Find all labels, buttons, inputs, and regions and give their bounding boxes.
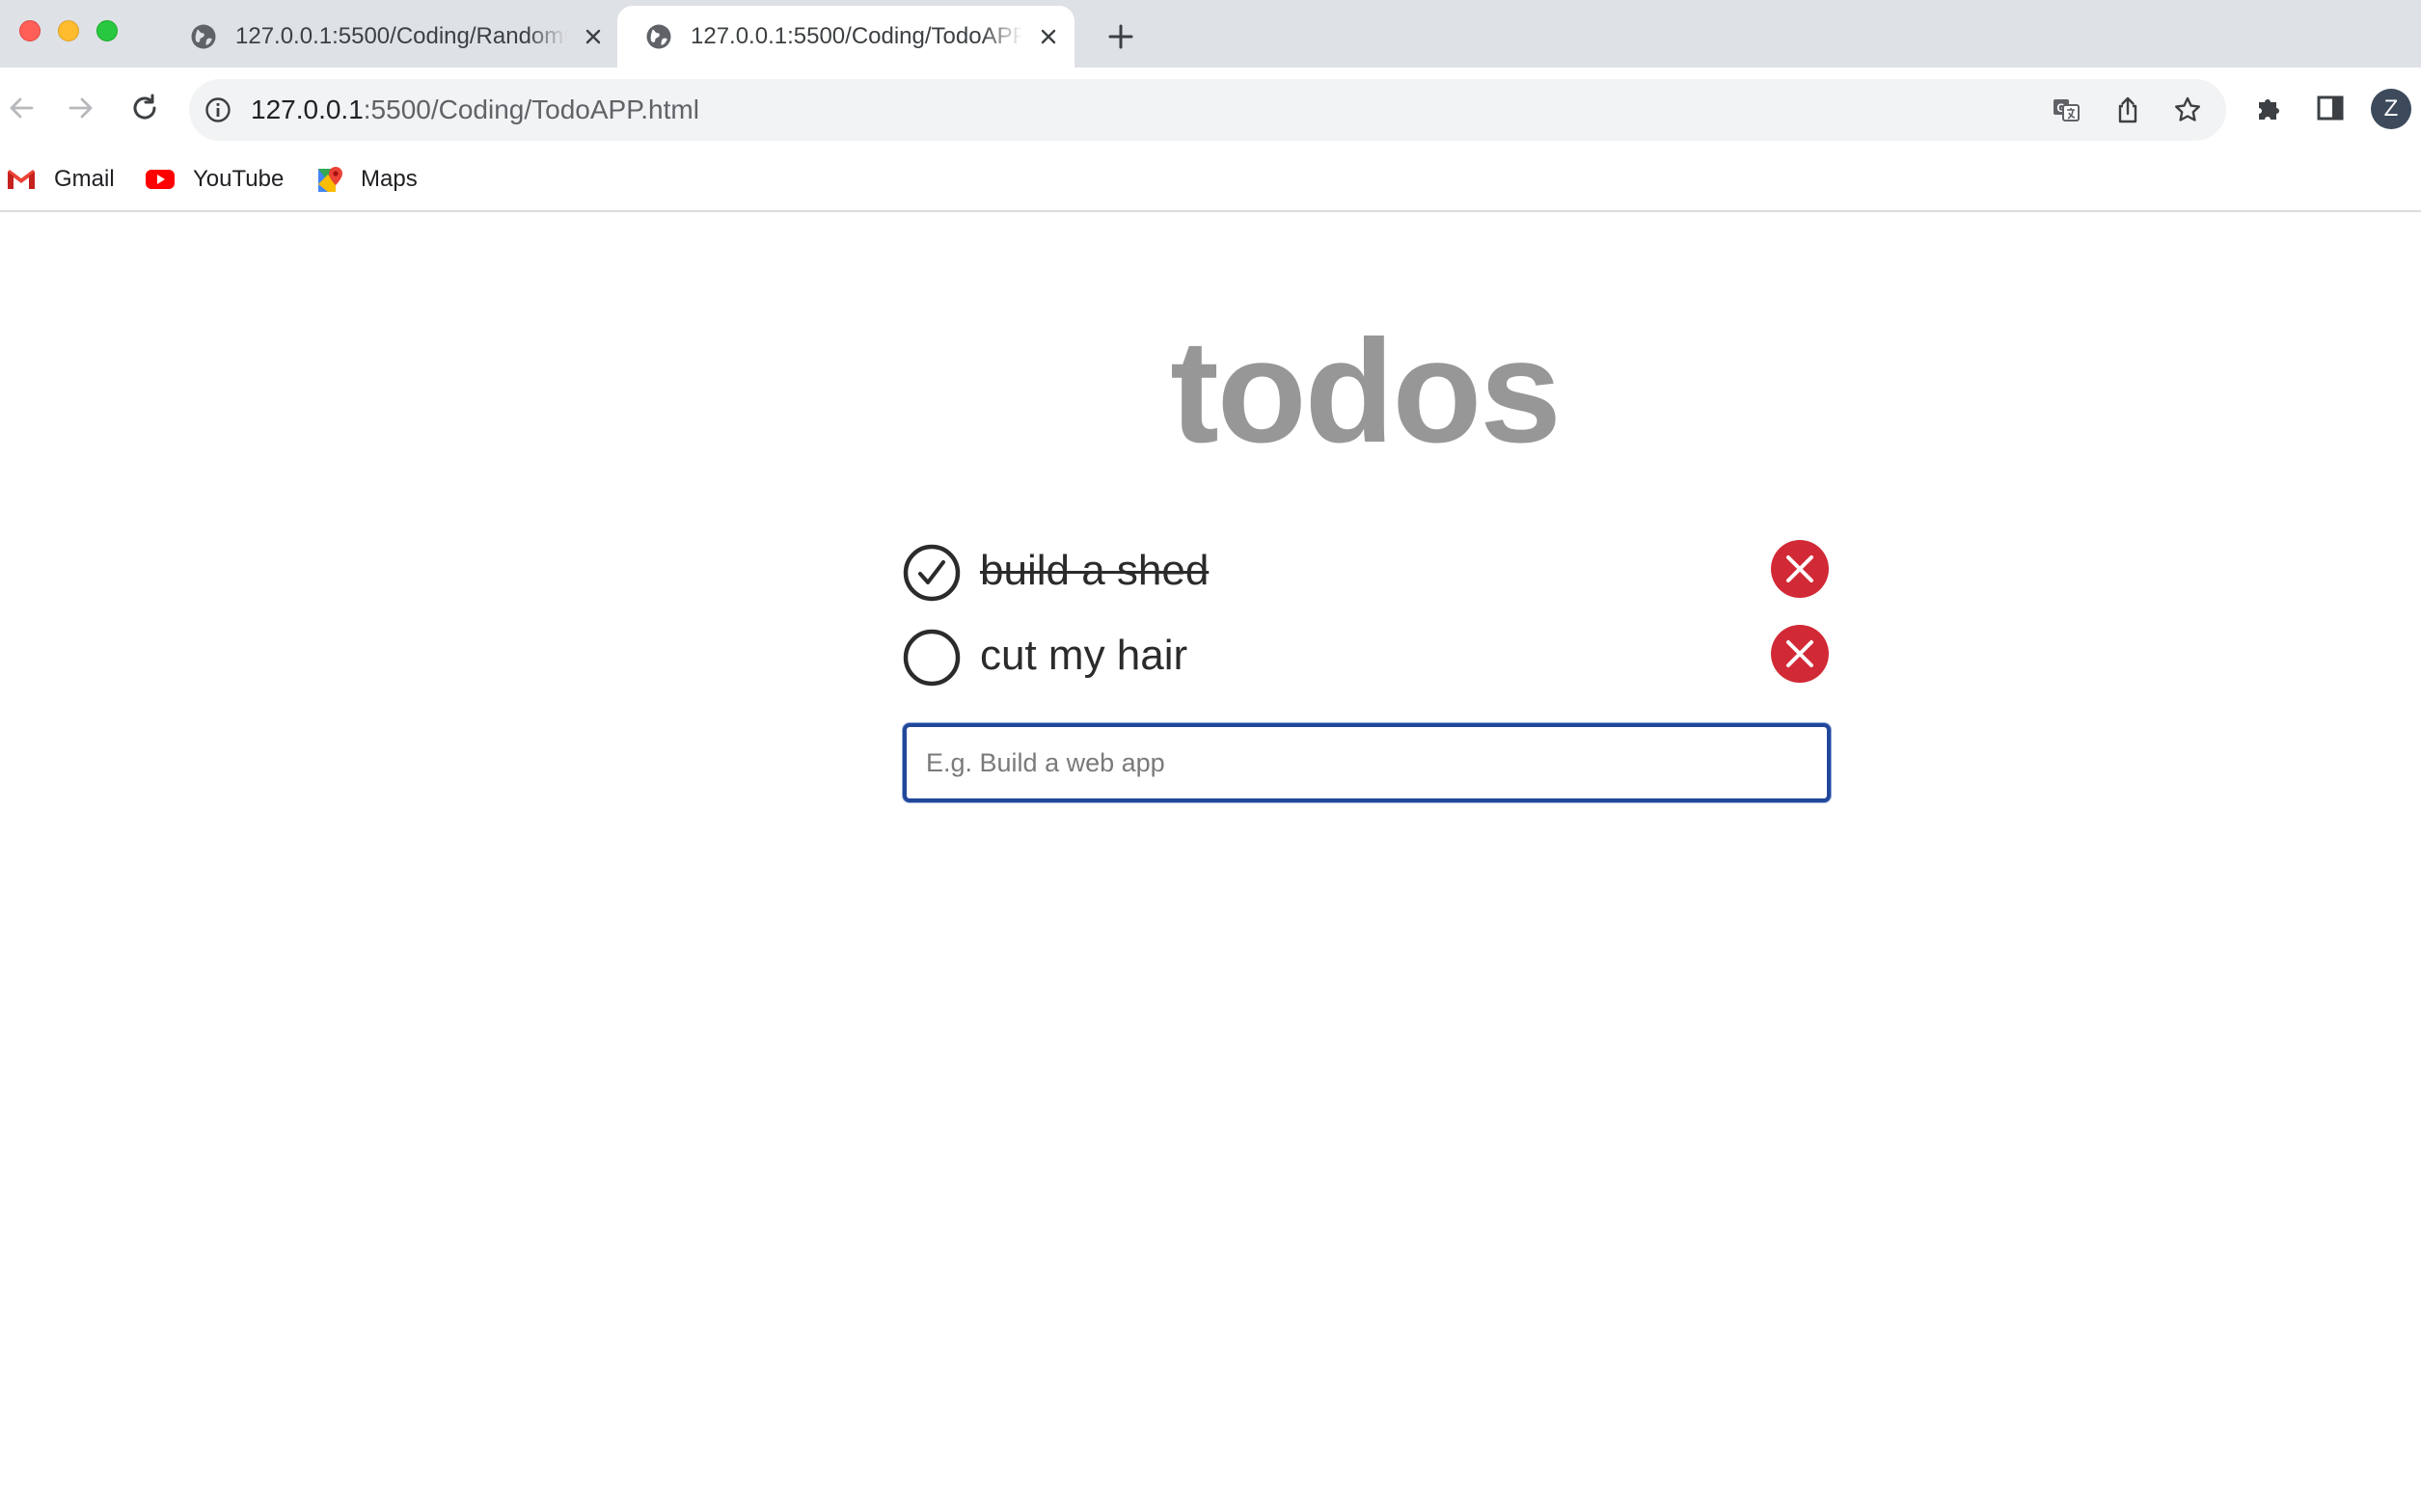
gmail-icon <box>8 170 35 189</box>
browser-tab-strip: 127.0.0.1:5500/Coding/RandomColor.html 1… <box>0 0 2421 68</box>
translate-icon: G <box>2054 99 2080 122</box>
globe-icon <box>191 24 216 49</box>
window-maximize-button[interactable] <box>96 20 118 41</box>
tab-title: 127.0.0.1:5500/Coding/TodoAPP.html <box>691 23 1022 49</box>
info-icon[interactable] <box>204 96 231 123</box>
delete-x-icon[interactable] <box>1771 540 1829 598</box>
todo-list: build a shed cut my hair <box>903 530 1829 700</box>
share-icon <box>2118 96 2137 123</box>
puzzle-icon <box>2259 99 2279 120</box>
translate-button[interactable]: G <box>2051 94 2081 125</box>
bookmark-maps[interactable]: Maps <box>316 160 418 199</box>
new-todo-input[interactable] <box>903 723 1831 802</box>
bookmarks-bar: Gmail YouTube Maps <box>0 148 2421 212</box>
checked-circle-icon[interactable] <box>903 544 961 602</box>
app-title: todos <box>1170 310 1562 473</box>
new-tab-button[interactable] <box>1103 19 1138 54</box>
tab-close-icon[interactable] <box>1036 24 1061 49</box>
todo-text[interactable]: cut my hair <box>980 623 1187 688</box>
browser-toolbar: 127.0.0.1:5500/Coding/TodoAPP.html G Z <box>0 68 2421 148</box>
star-icon <box>2175 96 2200 122</box>
bookmark-star-button[interactable] <box>2172 94 2203 125</box>
side-panel-icon <box>2317 95 2344 121</box>
bookmark-gmail[interactable]: Gmail <box>6 160 115 199</box>
url-host: 127.0.0.1 <box>251 94 364 124</box>
reload-button[interactable] <box>123 87 166 129</box>
bookmark-label: Gmail <box>54 166 115 192</box>
address-url[interactable]: 127.0.0.1:5500/Coding/TodoAPP.html <box>251 79 699 141</box>
side-panel-button[interactable] <box>2309 87 2352 129</box>
extensions-button[interactable] <box>2247 87 2290 129</box>
maps-icon <box>318 167 342 192</box>
todo-item: cut my hair <box>903 615 1829 700</box>
plus-icon <box>1108 24 1133 49</box>
url-path: :5500/Coding/TodoAPP.html <box>363 94 699 124</box>
youtube-icon <box>146 170 175 189</box>
bookmark-label: YouTube <box>193 166 285 192</box>
browser-tab-randomcolor[interactable]: 127.0.0.1:5500/Coding/RandomColor.html <box>162 6 619 68</box>
address-bar[interactable]: 127.0.0.1:5500/Coding/TodoAPP.html G <box>189 79 2226 141</box>
delete-x-icon[interactable] <box>1771 625 1829 683</box>
bookmark-youtube[interactable]: YouTube <box>145 160 284 199</box>
todo-item: build a shed <box>903 530 1829 615</box>
reload-icon <box>133 94 156 120</box>
profile-avatar[interactable]: Z <box>2371 89 2411 129</box>
back-button[interactable] <box>0 87 42 129</box>
bookmark-label: Maps <box>361 166 418 192</box>
arrow-left-icon <box>10 97 34 119</box>
forward-button[interactable] <box>60 87 102 129</box>
unchecked-circle-icon[interactable] <box>903 629 961 687</box>
share-button[interactable] <box>2112 94 2143 125</box>
tab-close-icon[interactable] <box>581 24 606 49</box>
arrow-right-icon <box>68 97 93 119</box>
globe-icon <box>646 24 671 49</box>
page-content: todos build a shed cut my hair <box>0 212 2421 1512</box>
todo-text[interactable]: build a shed <box>980 538 1209 604</box>
tab-title: 127.0.0.1:5500/Coding/RandomColor.html <box>235 23 567 49</box>
window-close-button[interactable] <box>19 20 41 41</box>
window-minimize-button[interactable] <box>58 20 79 41</box>
browser-tab-todoapp[interactable]: 127.0.0.1:5500/Coding/TodoAPP.html <box>617 6 1074 68</box>
